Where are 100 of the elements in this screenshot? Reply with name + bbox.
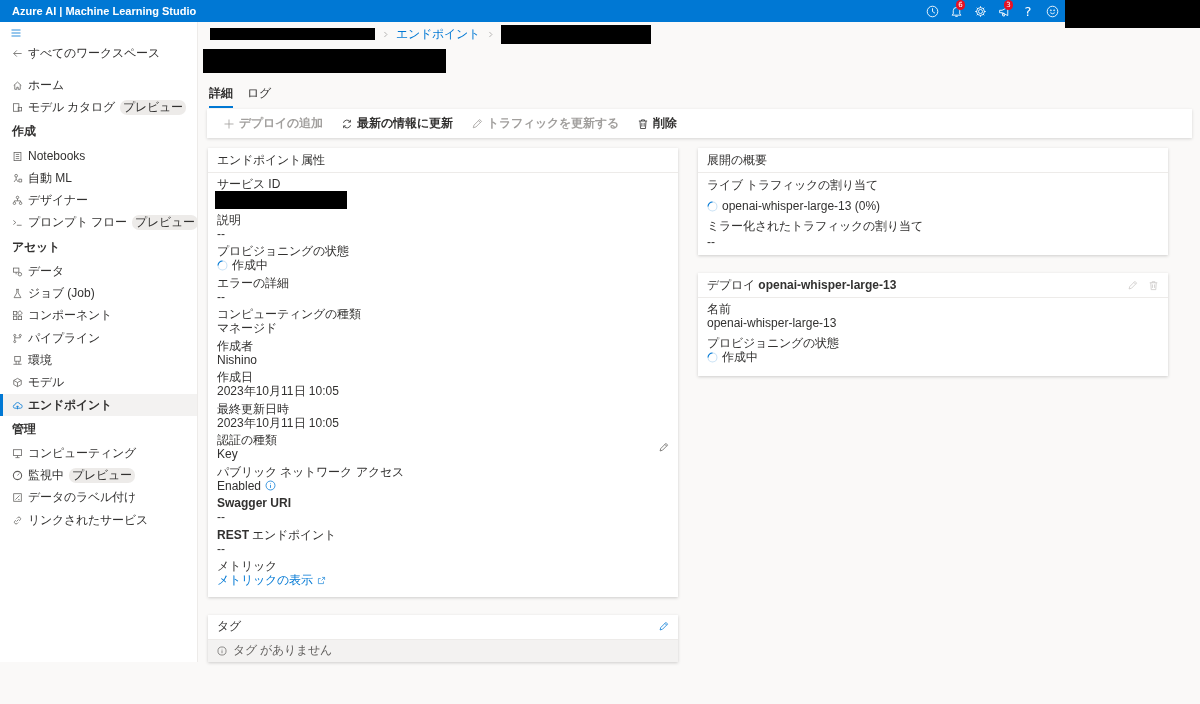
spinner-icon: [707, 351, 718, 363]
edit-button[interactable]: [658, 621, 669, 632]
plus-icon: [223, 117, 235, 130]
prompt-icon: [12, 217, 23, 229]
field-label: プロビジョニングの状態: [217, 244, 349, 258]
field-value: --: [217, 226, 225, 241]
section-heading: 作成: [11, 123, 37, 141]
info-icon: [265, 480, 277, 491]
nodes-icon: [12, 195, 23, 207]
toolbar-button[interactable]: 削除: [637, 115, 677, 132]
back-link[interactable]: すべてのワークスペース: [0, 42, 197, 65]
tab[interactable]: ログ: [247, 83, 271, 108]
app-title: Azure AI | Machine Learning Studio: [11, 5, 198, 17]
field-label: サービス ID: [217, 177, 281, 191]
edit-button[interactable]: [658, 441, 669, 453]
menu-icon: [10, 27, 22, 39]
nav-item[interactable]: コンポーネント: [0, 304, 197, 327]
card-title: エンドポイント属性: [217, 151, 325, 169]
home-icon: [12, 79, 23, 91]
field-label: 認証の種類: [217, 433, 277, 447]
refresh-icon: [341, 117, 353, 130]
toolbar-button[interactable]: 最新の情報に更新: [341, 115, 453, 132]
nav-item[interactable]: モデル カタログ プレビュー: [0, 96, 197, 119]
breadcrumb-link[interactable]: エンドポイント: [396, 25, 480, 43]
nav-item[interactable]: 環境: [0, 349, 197, 372]
field-value: 2023年10月11日 10:05: [217, 415, 339, 430]
spinner-icon: [217, 259, 228, 271]
nav-item[interactable]: モデル: [0, 371, 197, 394]
delete-icon: [1148, 279, 1159, 291]
field-label: エラーの詳細: [217, 275, 289, 290]
card-title: 展開の概要: [707, 151, 767, 169]
field-label: REST エンドポイント: [217, 527, 337, 542]
status-text: 作成中: [232, 258, 268, 272]
clock-icon: [925, 4, 939, 18]
field-value: Key: [217, 447, 238, 461]
preview-badge: プレビュー: [69, 468, 135, 484]
nav-item[interactable]: ホーム: [0, 74, 197, 97]
chevron-icon: [381, 29, 390, 39]
nav-item[interactable]: デザイナー: [0, 189, 197, 212]
delete-icon: [637, 117, 649, 130]
section-heading: アセット: [11, 238, 61, 256]
nav-item[interactable]: 監視中 プレビュー: [0, 464, 197, 487]
nav-item[interactable]: プロンプト フロー プレビュー: [0, 211, 197, 235]
catalog-icon: [12, 102, 23, 114]
field-label: 作成者: [217, 338, 253, 353]
back-arrow-icon: [12, 47, 23, 59]
field-label: Swagger URI: [217, 496, 291, 510]
field-label: 最終更新日時: [217, 401, 289, 416]
nav-item[interactable]: データ: [0, 260, 197, 283]
chevron-icon: [486, 29, 495, 39]
edit-icon: [658, 621, 669, 632]
edit-icon: [658, 441, 669, 453]
nav-item[interactable]: データのラベル付け: [0, 486, 197, 510]
field-value: マネージド: [217, 321, 277, 335]
field-label: プロビジョニングの状態: [707, 336, 839, 350]
field-label: 作成日: [217, 370, 253, 384]
flask-icon: [12, 288, 23, 299]
gauge-icon: [12, 470, 23, 482]
help-button[interactable]: ?: [1016, 0, 1040, 22]
field-value: Enabled: [217, 478, 262, 493]
nav-item[interactable]: リンクされたサービス: [0, 509, 197, 532]
metrics-link[interactable]: メトリックの表示: [217, 573, 313, 587]
edit-icon: [1127, 279, 1138, 291]
status-text: 作成中: [722, 350, 758, 364]
field-label: ミラー化されたトラフィックの割り当て: [707, 218, 923, 235]
smiley-icon: [1045, 4, 1059, 18]
monitor-icon: [12, 447, 23, 459]
pipeline-icon: [12, 332, 23, 344]
empty-message: タグ がありません: [233, 642, 333, 659]
field-label: コンピューティングの種類: [217, 307, 361, 321]
spinner-icon: [707, 200, 718, 212]
field-value: --: [707, 235, 716, 249]
nav-item[interactable]: Notebooks: [0, 144, 197, 168]
field-label: パブリック ネットワーク アクセス: [217, 464, 404, 479]
card-title: タグ: [217, 618, 242, 635]
info-icon: [217, 645, 227, 656]
field-label: 説明: [217, 212, 241, 227]
external-link-icon: [317, 575, 326, 585]
preview-badge: プレビュー: [132, 215, 199, 231]
field-value: --: [217, 510, 225, 524]
field-value: openai-whisper-large-13: [707, 316, 837, 330]
flow-icon: [12, 172, 23, 184]
card-title: デプロイ openai-whisper-large-13: [707, 276, 898, 294]
nav-item[interactable]: エンドポイント: [0, 393, 197, 417]
cloud-upload-icon: [12, 399, 23, 411]
edit-icon: [471, 117, 483, 130]
nav-item[interactable]: ジョブ (Job): [0, 282, 197, 305]
field-value: 2023年10月11日 10:05: [217, 384, 339, 398]
nav-item[interactable]: 自動 ML: [0, 167, 197, 190]
section-heading: 管理: [11, 420, 37, 438]
notebook-icon: [12, 150, 23, 162]
nav-item[interactable]: パイプライン: [0, 326, 197, 350]
nav-item[interactable]: コンピューティング: [0, 442, 197, 465]
cube-icon: [12, 377, 23, 389]
field-label: メトリック: [217, 559, 277, 573]
settings-icon: [973, 4, 987, 18]
field-label: ライブ トラフィックの割り当て: [707, 177, 879, 194]
menu-button[interactable]: [10, 27, 22, 39]
preview-badge: プレビュー: [120, 100, 187, 116]
field-label: 名前: [707, 302, 731, 316]
